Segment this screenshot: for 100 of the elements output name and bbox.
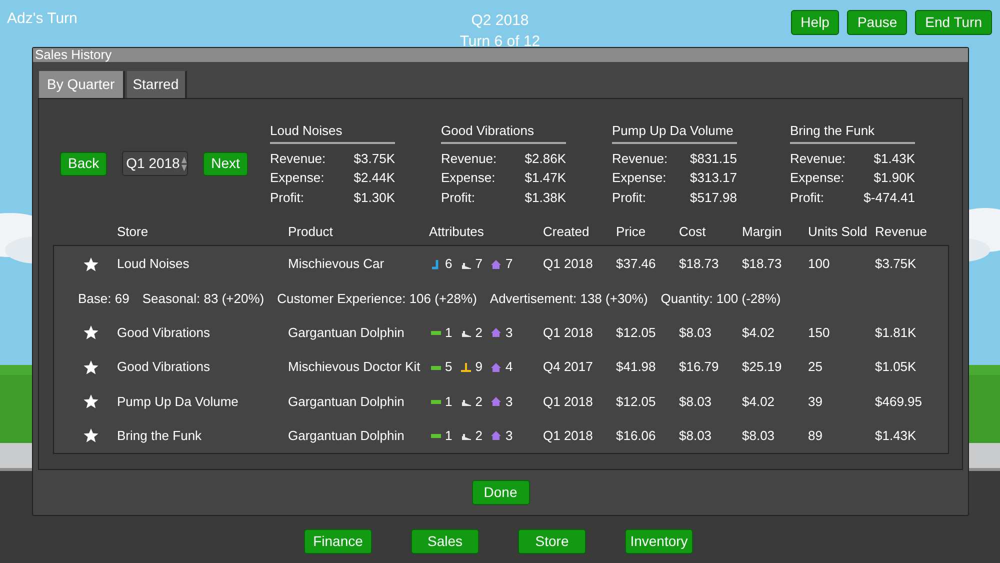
summary-value: $-474.41: [864, 188, 915, 206]
column-header: Cost: [679, 223, 707, 242]
summary-value: $2.86K: [524, 150, 566, 168]
summary-value: $1.43K: [874, 150, 915, 168]
nav-button[interactable]: Store: [518, 529, 586, 554]
attribute-value: 4: [505, 358, 513, 376]
sales-breakdown-text: Customer Experience: 106 (+28%): [277, 290, 477, 308]
summary-label: Profit:: [441, 188, 475, 206]
summary-value: $1.47K: [524, 169, 566, 187]
table-cell-text: $4.02: [742, 392, 776, 411]
table-cell-text: Q1 2018: [543, 255, 594, 274]
summary-label: Expense:: [270, 169, 324, 187]
house-icon: [491, 258, 502, 270]
column-header: Created: [543, 223, 590, 242]
back-button[interactable]: Back: [60, 152, 108, 176]
table-cell-text: $4.02: [742, 324, 776, 342]
star-icon[interactable]: [83, 428, 99, 444]
table-cell-text: 150: [808, 324, 831, 342]
column-header: Attributes: [429, 223, 485, 242]
summary-label: Revenue:: [270, 150, 326, 168]
attribute-value: 6: [445, 255, 452, 274]
star-icon[interactable]: [83, 325, 99, 340]
table-cell-text: Q1 2018: [543, 427, 594, 446]
table-cell-text: 100: [808, 255, 831, 274]
t-icon: [461, 362, 472, 373]
table-cell-text: $8.03: [679, 427, 713, 446]
summary-value: $831.15: [690, 150, 737, 168]
column-header: Store: [117, 223, 150, 242]
star-icon[interactable]: [83, 394, 99, 409]
column-header: Revenue: [875, 223, 928, 242]
table-cell-text: Mischievous Car: [288, 255, 386, 274]
table-cell-text: Pump Up Da Volume: [117, 392, 240, 411]
house-icon: [491, 362, 502, 373]
summary-label: Revenue:: [612, 150, 668, 168]
tab[interactable]: By Quarter: [39, 71, 125, 98]
table-cell-text: $37.46: [616, 255, 657, 274]
dialog-title: Sales History: [35, 48, 112, 62]
attribute-value: 9: [475, 358, 482, 376]
attribute-value: 1: [445, 324, 452, 342]
attribute-value: 1: [445, 427, 452, 446]
table-cell-text: Gargantuan Dolphin: [288, 392, 406, 411]
top-bar-button[interactable]: End Turn: [915, 10, 992, 35]
top-bar-button[interactable]: Help: [790, 10, 840, 35]
summary-value: $1.38K: [524, 188, 566, 206]
summary-label: Expense:: [441, 169, 496, 187]
next-button[interactable]: Next: [203, 152, 248, 176]
attribute-value: 3: [505, 427, 513, 446]
attribute-value: 2: [475, 324, 482, 342]
table-cell-text: $469.95: [875, 392, 923, 411]
table-cell-text: Gargantuan Dolphin: [288, 324, 406, 342]
column-header: Price: [616, 223, 647, 242]
sales-breakdown-text: Seasonal: 83 (+20%): [142, 290, 264, 308]
summary-label: Revenue:: [441, 150, 497, 168]
summary-label: Profit:: [612, 188, 646, 206]
player-turn-label: Adz's Turn: [7, 10, 78, 27]
table-cell-text: $12.05: [616, 324, 657, 342]
store-summary-heading: Pump Up Da Volume: [612, 123, 734, 138]
house-icon: [491, 396, 502, 407]
table-cell-text: $1.05K: [875, 358, 918, 376]
house-icon: [491, 430, 502, 442]
summary-value: $2.44K: [354, 169, 395, 187]
store-summary-heading: Bring the Funk: [790, 123, 875, 138]
table-cell-text: Bring the Funk: [117, 427, 203, 446]
table-cell-text: $8.03: [679, 392, 713, 411]
table-cell-text: Loud Noises: [117, 255, 190, 274]
spinner-arrows-icon: [180, 154, 188, 172]
quarter-value: Q1 2018: [126, 154, 180, 173]
table-cell-text: $18.73: [679, 255, 720, 274]
table-cell-text: Q1 2018: [543, 324, 594, 342]
star-icon[interactable]: [83, 360, 99, 375]
table-cell-text: Q4 2017: [543, 358, 594, 376]
store-summary-heading: Loud Noises: [270, 123, 342, 138]
nav-button[interactable]: Inventory: [625, 529, 693, 554]
attribute-value: 7: [505, 255, 513, 274]
column-header: Units Sold: [808, 223, 868, 242]
summary-value: $1.90K: [874, 169, 915, 187]
table-cell-text: Q1 2018: [543, 392, 594, 411]
top-bar-button[interactable]: Pause: [847, 10, 908, 35]
tab[interactable]: Starred: [126, 71, 187, 98]
nav-button[interactable]: Sales: [411, 529, 479, 554]
nav-button[interactable]: Finance: [304, 529, 372, 554]
table-cell-text: $16.06: [616, 427, 657, 446]
summary-label: Expense:: [790, 169, 844, 187]
summary-value: $517.98: [690, 188, 737, 206]
table-cell-text: Mischievous Doctor Kit: [288, 358, 422, 376]
star-icon[interactable]: [83, 256, 99, 272]
sales-breakdown-text: Base: 69: [78, 290, 130, 308]
table-cell-text: $8.03: [679, 324, 713, 342]
store-summary-heading: Good Vibrations: [441, 123, 534, 138]
attribute-value: 2: [475, 392, 482, 411]
table-cell-text: $41.98: [616, 358, 657, 376]
attribute-value: 3: [505, 324, 513, 342]
done-button[interactable]: Done: [472, 480, 530, 505]
attribute-value: 2: [475, 427, 482, 446]
quarter-spinner[interactable]: Q1 2018: [122, 151, 188, 176]
summary-value: $313.17: [690, 169, 737, 187]
turn-counter: Turn 6 of 12: [460, 32, 540, 52]
summary-value: $3.75K: [354, 150, 395, 168]
table-cell-text: 25: [808, 358, 824, 376]
summary-label: Revenue:: [790, 150, 846, 168]
